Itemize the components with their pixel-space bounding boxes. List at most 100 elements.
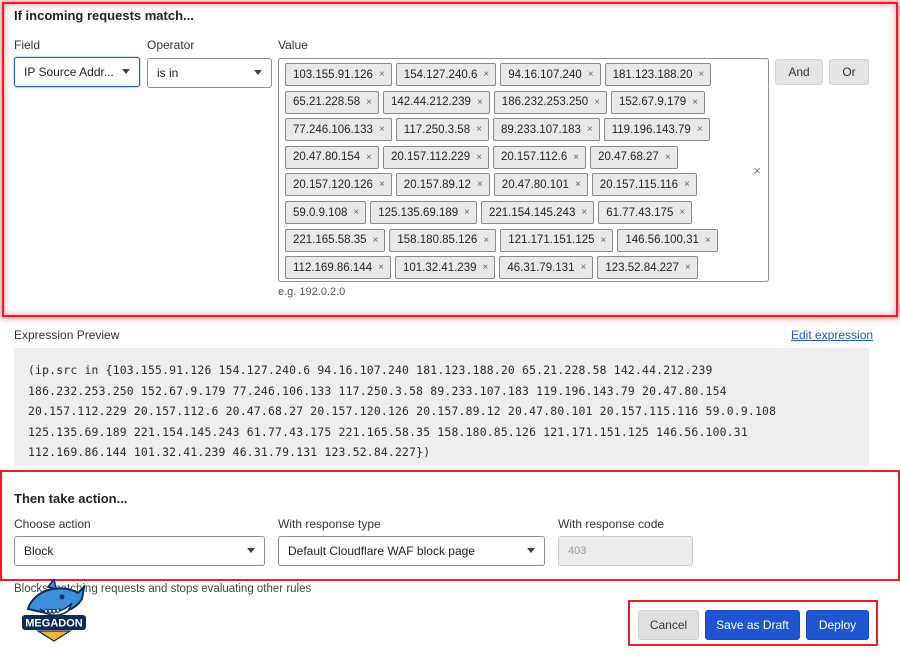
ip-chip-label: 112.169.86.144 [293, 261, 373, 274]
ip-chip: 119.196.143.79 × [603, 118, 710, 142]
remove-chip-icon[interactable]: × [482, 262, 488, 273]
remove-chip-icon[interactable]: × [685, 262, 691, 273]
cancel-button[interactable]: Cancel [638, 610, 699, 640]
edit-expression-link[interactable]: Edit expression [791, 328, 873, 342]
expression-line: 112.169.86.144 101.32.41.239 46.31.79.13… [28, 445, 431, 459]
save-as-draft-button[interactable]: Save as Draft [705, 610, 800, 640]
ip-chip: 59.0.9.108 × [285, 201, 367, 224]
remove-chip-icon[interactable]: × [679, 207, 685, 218]
ip-chip-label: 20.157.120.126 [293, 178, 373, 191]
or-button[interactable]: Or [829, 59, 869, 85]
operator-label: Operator [147, 38, 195, 52]
ip-chip: 142.44.212.239 × [383, 90, 490, 114]
remove-chip-icon[interactable]: × [697, 124, 703, 135]
clear-all-icon[interactable]: × [753, 163, 761, 178]
remove-chip-icon[interactable]: × [353, 207, 359, 218]
remove-chip-icon[interactable]: × [588, 69, 594, 80]
remove-chip-icon[interactable]: × [477, 179, 483, 190]
ip-chip-label: 61.77.43.175 [606, 206, 674, 219]
ip-chip: 20.157.112.6 × [492, 145, 587, 169]
ip-chip-label: 20.157.89.12 [403, 178, 471, 191]
remove-chip-icon[interactable]: × [705, 235, 711, 246]
chip-row: 65.21.228.58 × 142.44.212.239 × 186.232.253.… [285, 90, 705, 114]
action-select[interactable]: Block [14, 536, 265, 566]
ip-chip-label: 20.47.80.101 [501, 178, 569, 191]
ip-chip: 117.250.3.58 × [395, 118, 489, 142]
ip-chip-label: 59.0.9.108 [293, 206, 348, 219]
ip-chip: 121.171.151.125 × [500, 228, 614, 252]
remove-chip-icon[interactable]: × [699, 69, 705, 80]
ip-chip: 112.169.86.144 × [285, 256, 391, 280]
ip-chip: 125.135.69.189 × [370, 201, 477, 224]
match-section-title: If incoming requests match... [14, 8, 194, 23]
ip-chip-label: 154.127.240.6 [403, 68, 478, 81]
ip-chip: 158.180.85.126 × [389, 228, 497, 252]
remove-chip-icon[interactable]: × [366, 97, 372, 108]
ip-chip: 221.165.58.35 × [285, 228, 386, 252]
remove-chip-icon[interactable]: × [477, 97, 483, 108]
expression-line: 125.135.69.189 221.154.145.243 61.77.43.… [28, 425, 748, 439]
ip-chip: 20.157.112.229 × [383, 145, 489, 169]
chip-row: 20.47.80.154 × 20.157.112.229 × 20.157.112.6… [285, 145, 678, 169]
ip-chip: 46.31.79.131 × [499, 256, 594, 280]
ip-chip: 20.157.120.126 × [285, 173, 392, 197]
remove-chip-icon[interactable]: × [373, 235, 379, 246]
operator-select-value: is in [157, 66, 179, 80]
value-label: Value [278, 38, 308, 52]
ip-chip-label: 20.47.80.154 [293, 151, 361, 164]
remove-chip-icon[interactable]: × [366, 152, 372, 163]
ip-chip: 20.47.68.27 × [590, 145, 678, 169]
remove-chip-icon[interactable]: × [476, 124, 482, 135]
remove-chip-icon[interactable]: × [379, 179, 385, 190]
remove-chip-icon[interactable]: × [601, 235, 607, 246]
chip-row: 77.246.106.133 × 117.250.3.58 × 89.233.107.1… [285, 118, 710, 142]
operator-select[interactable]: is in [147, 58, 272, 88]
expression-preview-box: (ip.src in {103.155.91.126 154.127.240.6… [14, 348, 869, 466]
remove-chip-icon[interactable]: × [684, 179, 690, 190]
ip-chip-label: 181.123.188.20 [612, 68, 693, 81]
remove-chip-icon[interactable]: × [379, 69, 385, 80]
remove-chip-icon[interactable]: × [379, 124, 385, 135]
ip-chip-label: 186.232.253.250 [501, 96, 589, 109]
chevron-down-icon [527, 548, 535, 553]
remove-chip-icon[interactable]: × [587, 124, 593, 135]
remove-chip-icon[interactable]: × [575, 179, 581, 190]
chip-row: 103.155.91.126 × 154.127.240.6 × 94.16.107.2… [285, 63, 712, 86]
response-type-select[interactable]: Default Cloudflare WAF block page [278, 536, 545, 566]
ip-chip-label: 89.233.107.183 [500, 123, 581, 136]
response-code-input: 403 [558, 536, 693, 566]
deploy-button[interactable]: Deploy [806, 610, 869, 640]
ip-chip: 146.56.100.31 × [617, 228, 718, 252]
remove-chip-icon[interactable]: × [580, 262, 586, 273]
ip-chip-label: 103.155.91.126 [293, 68, 373, 81]
ip-chip: 123.52.84.227 × [597, 256, 698, 280]
and-button[interactable]: And [775, 59, 823, 85]
ip-chip-label: 101.32.41.239 [402, 261, 477, 274]
field-select-value: IP Source Addr... [24, 65, 114, 79]
ip-chip: 101.32.41.239 × [394, 256, 496, 280]
ip-chip-label: 94.16.107.240 [508, 68, 582, 81]
ip-chip: 20.157.89.12 × [395, 173, 490, 197]
response-code-label: With response code [558, 517, 665, 531]
ip-chip: 186.232.253.250 × [493, 90, 607, 114]
remove-chip-icon[interactable]: × [573, 152, 579, 163]
choose-action-label: Choose action [14, 517, 91, 531]
remove-chip-icon[interactable]: × [378, 262, 384, 273]
value-multi-input[interactable]: 103.155.91.126 × 154.127.240.6 × 94.16.107.2… [278, 58, 769, 282]
remove-chip-icon[interactable]: × [665, 152, 671, 163]
remove-chip-icon[interactable]: × [476, 152, 482, 163]
response-type-value: Default Cloudflare WAF block page [288, 544, 475, 558]
ip-chip: 89.233.107.183 × [492, 118, 600, 142]
ip-chip: 152.67.9.179 × [610, 90, 705, 114]
remove-chip-icon[interactable]: × [483, 69, 489, 80]
remove-chip-icon[interactable]: × [581, 207, 587, 218]
ip-chip: 65.21.228.58 × [285, 90, 379, 114]
remove-chip-icon[interactable]: × [594, 97, 600, 108]
remove-chip-icon[interactable]: × [692, 97, 698, 108]
remove-chip-icon[interactable]: × [483, 235, 489, 246]
chip-row: 20.157.120.126 × 20.157.89.12 × 20.47.80.101… [285, 173, 697, 197]
ip-chip-label: 142.44.212.239 [391, 96, 471, 109]
ip-chip-label: 119.196.143.79 [611, 123, 691, 136]
remove-chip-icon[interactable]: × [464, 207, 470, 218]
field-select[interactable]: IP Source Addr... [14, 57, 140, 87]
